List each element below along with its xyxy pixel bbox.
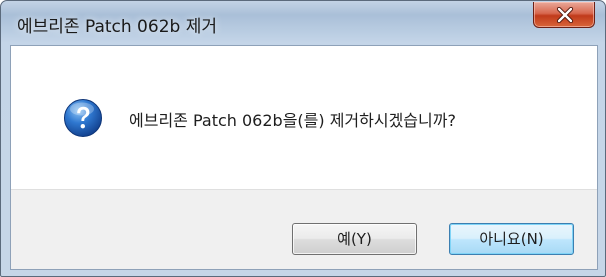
- dialog-body: 에브리존 Patch 062b을(를) 제거하시겠습니까? 예(Y) 아니요(N…: [10, 45, 598, 270]
- question-icon: [64, 99, 102, 137]
- window-title: 에브리존 Patch 062b 제거: [17, 17, 217, 37]
- close-icon: [556, 7, 574, 23]
- message-area: 에브리존 Patch 062b을(를) 제거하시겠습니까?: [11, 46, 597, 189]
- close-button[interactable]: [533, 2, 595, 28]
- yes-button[interactable]: 예(Y): [292, 223, 417, 255]
- button-area: 예(Y) 아니요(N): [11, 189, 597, 269]
- dialog-message: 에브리존 Patch 062b을(를) 제거하시겠습니까?: [129, 111, 456, 130]
- dialog-window: 에브리존 Patch 062b 제거 에브리존 Patch 062b을(를) 제…: [0, 0, 606, 277]
- title-bar[interactable]: 에브리존 Patch 062b 제거: [1, 1, 605, 45]
- no-button[interactable]: 아니요(N): [449, 223, 574, 255]
